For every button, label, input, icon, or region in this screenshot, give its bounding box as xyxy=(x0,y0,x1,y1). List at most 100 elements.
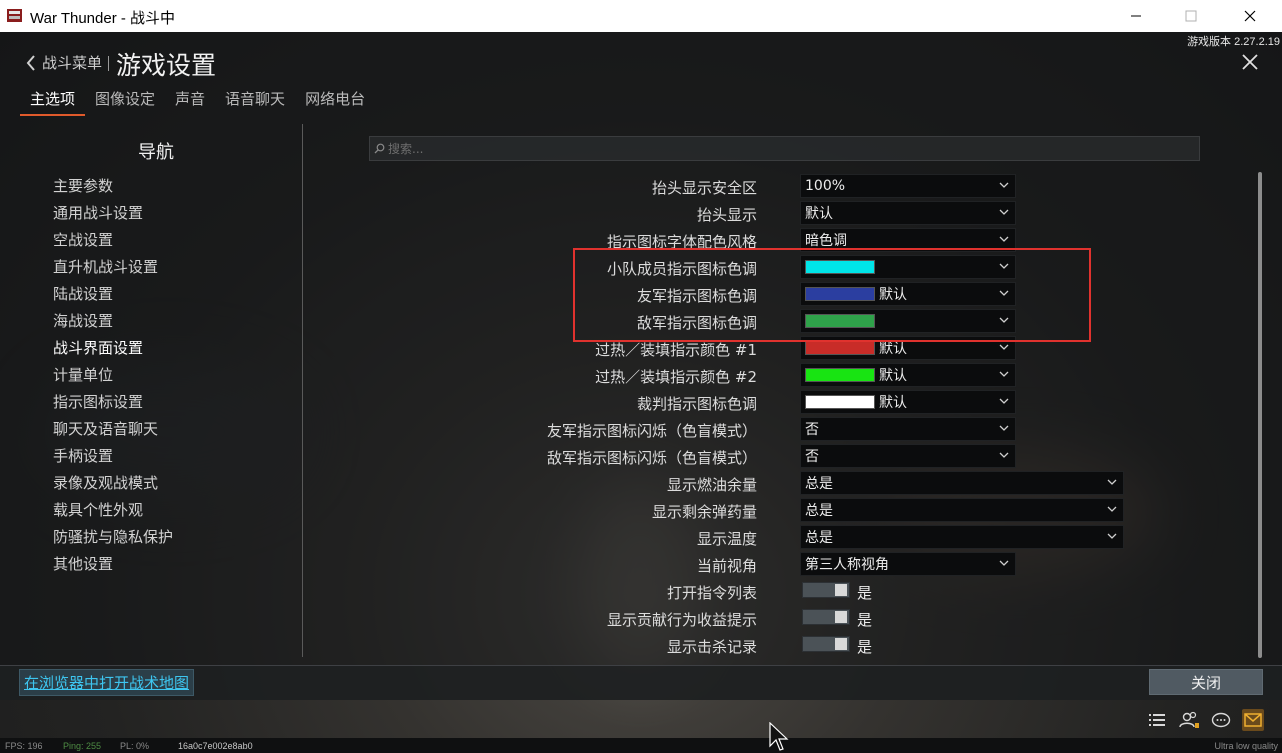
minimize-button[interactable] xyxy=(1113,0,1159,32)
squad-color-dropdown[interactable] xyxy=(800,255,1016,279)
referee-color-dropdown[interactable]: 默认 xyxy=(800,390,1016,414)
overheat-color-2-dropdown[interactable]: 默认 xyxy=(800,363,1016,387)
hud-safe-area-dropdown[interactable]: 100% xyxy=(800,174,1016,198)
setting-row-hud-safe-area: 抬头显示安全区 100% xyxy=(300,174,1200,199)
setting-row-enemy-blink: 敌军指示图标闪烁（色盲模式） 否 xyxy=(300,444,1200,469)
nav-item-privacy[interactable]: 防骚扰与隐私保护 xyxy=(53,527,173,554)
search-field[interactable] xyxy=(369,136,1200,161)
toggle-value: 是 xyxy=(857,584,873,602)
ally-color-dropdown[interactable]: 默认 xyxy=(800,282,1016,306)
setting-row-kill-log: 显示击杀记录 是 xyxy=(300,633,1200,658)
camera-view-dropdown[interactable]: 第三人称视角 xyxy=(800,552,1016,576)
window-title: War Thunder - 战斗中 xyxy=(30,10,176,27)
nav-item-gamepad[interactable]: 手柄设置 xyxy=(53,446,173,473)
quality-label: Ultra low quality xyxy=(1214,741,1278,751)
hud-dropdown[interactable]: 默认 xyxy=(800,201,1016,225)
navigation-list: 主要参数 通用战斗设置 空战设置 直升机战斗设置 陆战设置 海战设置 战斗界面设… xyxy=(53,176,173,581)
nav-item-other[interactable]: 其他设置 xyxy=(53,554,173,581)
nav-item-chat[interactable]: 聊天及语音聊天 xyxy=(53,419,173,446)
color-swatch xyxy=(805,260,875,274)
nav-item-helicopter-battle[interactable]: 直升机战斗设置 xyxy=(53,257,173,284)
setting-label: 过热／装填指示颜色 #1 xyxy=(595,341,757,359)
dropdown-value: 默认 xyxy=(805,206,833,222)
enemy-color-dropdown[interactable] xyxy=(800,309,1016,333)
list-icon xyxy=(1149,714,1165,726)
dropdown-value: 默认 xyxy=(879,287,907,303)
tab-graphics[interactable]: 图像设定 xyxy=(85,89,165,116)
kill-log-toggle[interactable] xyxy=(802,636,850,652)
tab-main-options[interactable]: 主选项 xyxy=(20,89,86,116)
chevron-down-icon xyxy=(999,452,1009,458)
back-to-battle-menu[interactable]: 战斗菜单 xyxy=(26,52,102,73)
setting-row-font-color-style: 指示图标字体配色风格 暗色调 xyxy=(300,228,1200,253)
game-version: 游戏版本 2.27.2.19 xyxy=(1187,36,1280,48)
settings-tabs: 主选项 图像设定 声音 语音聊天 网络电台 xyxy=(20,89,375,116)
close-button[interactable]: 关闭 xyxy=(1149,669,1263,695)
ammo-dropdown[interactable]: 总是 xyxy=(800,498,1124,522)
mail-button[interactable] xyxy=(1242,709,1264,731)
setting-row-overheat-color-2: 过热／装填指示颜色 #2 默认 xyxy=(300,363,1200,388)
nav-item-general-battle[interactable]: 通用战斗设置 xyxy=(53,203,173,230)
nav-item-ground-battle[interactable]: 陆战设置 xyxy=(53,284,173,311)
tab-voice-chat[interactable]: 语音聊天 xyxy=(215,89,295,116)
fuel-dropdown[interactable]: 总是 xyxy=(800,471,1124,495)
nav-item-naval-battle[interactable]: 海战设置 xyxy=(53,311,173,338)
dropdown-value: 第三人称视角 xyxy=(805,557,889,573)
dropdown-value: 暗色调 xyxy=(805,233,847,249)
setting-label: 显示剩余弹药量 xyxy=(651,503,757,521)
setting-label: 显示燃油余量 xyxy=(666,476,757,494)
color-swatch xyxy=(805,341,875,355)
game-viewport: 游戏版本 2.27.2.19 战斗菜单 游戏设置 主选项 图像设定 声音 语音聊… xyxy=(0,32,1282,753)
war-thunder-app-icon xyxy=(7,9,22,22)
chevron-left-icon xyxy=(26,54,35,71)
setting-row-ally-color: 友军指示图标色调 默认 xyxy=(300,282,1200,307)
tab-sound[interactable]: 声音 xyxy=(165,89,215,116)
chevron-down-icon xyxy=(999,560,1009,566)
setting-label: 抬头显示安全区 xyxy=(651,179,757,197)
temperature-dropdown[interactable]: 总是 xyxy=(800,525,1124,549)
setting-label: 敌军指示图标闪烁（色盲模式） xyxy=(546,449,757,467)
mail-icon xyxy=(1244,713,1262,727)
nav-item-replay[interactable]: 录像及观战模式 xyxy=(53,473,173,500)
maximize-button[interactable] xyxy=(1168,0,1214,32)
search-input[interactable] xyxy=(388,141,1168,156)
nav-item-customization[interactable]: 载具个性外观 xyxy=(53,500,173,527)
chevron-down-icon xyxy=(999,317,1009,323)
chevron-down-icon xyxy=(999,344,1009,350)
window-close-button[interactable] xyxy=(1227,0,1273,32)
packet-loss-readout: PL: 0% xyxy=(120,741,150,751)
settings-scrollbar[interactable] xyxy=(1258,172,1262,658)
overheat-color-1-dropdown[interactable]: 默认 xyxy=(800,336,1016,360)
nav-item-units[interactable]: 计量单位 xyxy=(53,365,173,392)
chat-button[interactable] xyxy=(1210,709,1232,731)
ally-blink-dropdown[interactable]: 否 xyxy=(800,417,1016,441)
tab-internet-radio[interactable]: 网络电台 xyxy=(295,89,375,116)
nav-item-battle-interface[interactable]: 战斗界面设置 xyxy=(53,338,173,365)
command-list-toggle[interactable] xyxy=(802,582,850,598)
setting-row-command-list: 打开指令列表 是 xyxy=(300,579,1200,604)
chevron-down-icon xyxy=(1107,479,1117,485)
maximize-icon xyxy=(1185,10,1197,22)
nav-item-air-battle[interactable]: 空战设置 xyxy=(53,230,173,257)
setting-row-squad-color: 小队成员指示图标色调 xyxy=(300,255,1200,280)
dropdown-value: 否 xyxy=(805,449,819,465)
close-icon[interactable] xyxy=(1240,52,1260,72)
open-tactical-map-link[interactable]: 在浏览器中打开战术地图 xyxy=(19,669,195,696)
setting-row-enemy-color: 敌军指示图标色调 xyxy=(300,309,1200,334)
enemy-blink-dropdown[interactable]: 否 xyxy=(800,444,1016,468)
dropdown-value: 总是 xyxy=(805,503,833,519)
setting-label: 友军指示图标色调 xyxy=(636,287,757,305)
chevron-down-icon xyxy=(999,290,1009,296)
setting-row-ammo: 显示剩余弹药量 总是 xyxy=(300,498,1200,523)
search-icon xyxy=(374,143,385,154)
chevron-down-icon xyxy=(999,425,1009,431)
chevron-down-icon xyxy=(999,263,1009,269)
contribution-hints-toggle[interactable] xyxy=(802,609,850,625)
nav-item-indicators[interactable]: 指示图标设置 xyxy=(53,392,173,419)
squad-button[interactable] xyxy=(1178,709,1200,731)
toggle-knob xyxy=(835,584,847,596)
setting-row-overheat-color-1: 过热／装填指示颜色 #1 默认 xyxy=(300,336,1200,361)
font-color-style-dropdown[interactable]: 暗色调 xyxy=(800,228,1016,252)
list-button[interactable] xyxy=(1146,709,1168,731)
nav-item-main-params[interactable]: 主要参数 xyxy=(53,176,173,203)
